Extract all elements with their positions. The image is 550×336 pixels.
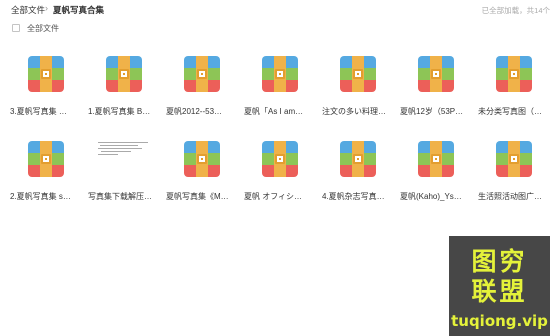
archive-icon [184,56,220,92]
document-thumbnail-icon [98,141,148,177]
archive-icon [418,56,454,92]
file-item[interactable]: 1.夏帆写真集 B… [88,56,160,136]
file-item[interactable]: 生活照活动图广… [478,141,550,221]
file-item[interactable]: 夏帆2012--53… [166,56,238,136]
file-name: 写真集下载解压… [88,192,152,201]
archive-icon [340,141,376,177]
file-name: 未分类写真图（… [478,107,542,116]
watermark-line2: 联盟 [471,277,528,306]
file-item[interactable]: 4.夏帆杂志写真… [322,141,394,221]
archive-icon [496,56,532,92]
archive-icon [106,56,142,92]
file-name: 夏帆 オフィシ… [244,192,303,201]
archive-icon [496,141,532,177]
file-item[interactable]: 夏帆「As I am… [244,56,316,136]
file-name: 4.夏帆杂志写真… [322,192,385,201]
file-name: 注文の多い料理… [322,107,386,116]
archive-icon [184,141,220,177]
file-name: 夏帆「As I am… [244,107,304,116]
file-item[interactable]: 注文の多い料理… [322,56,394,136]
archive-icon [262,56,298,92]
watermark-logo: 图穷 联盟 tuqiong.vip [449,236,550,336]
file-item[interactable]: 2.夏帆写真集 s… [10,141,82,221]
file-name: 夏帆写真集《M… [166,192,229,201]
file-name: 夏帆2012--53… [166,107,223,116]
file-item[interactable]: 夏帆12岁（53P… [400,56,472,136]
archive-icon [262,141,298,177]
file-name: 夏帆12岁（53P… [400,107,464,116]
archive-icon [418,141,454,177]
file-name: 生活照活动图广… [478,192,542,201]
file-name: 2.夏帆写真集 s… [10,192,71,201]
file-item[interactable]: 夏帆(Kaho)_Ys… [400,141,472,221]
file-name: 1.夏帆写真集 B… [88,107,151,116]
file-item[interactable]: 3.夏帆写真集 … [10,56,82,136]
watermark-url: tuqiong.vip [451,312,548,330]
file-item[interactable]: 未分类写真图（… [478,56,550,136]
file-item[interactable]: 写真集下载解压… [88,141,160,221]
file-item[interactable]: 夏帆 オフィシ… [244,141,316,221]
archive-icon [28,56,64,92]
file-name: 3.夏帆写真集 … [10,107,67,116]
archive-icon [340,56,376,92]
archive-icon [28,141,64,177]
file-name: 夏帆(Kaho)_Ys… [400,192,462,201]
file-item[interactable]: 夏帆写真集《M… [166,141,238,221]
